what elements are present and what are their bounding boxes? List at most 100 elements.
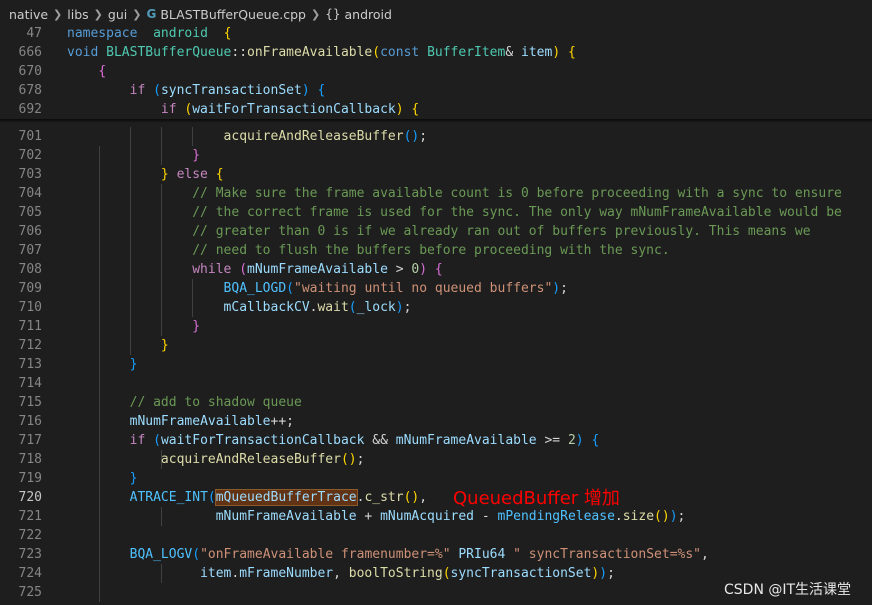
code-token: > xyxy=(387,262,412,277)
breadcrumb: native ❯ libs ❯ gui ❯ G BLASTBufferQueue… xyxy=(0,0,872,28)
code-text: mCallbackCV.wait(_lock); xyxy=(67,298,412,317)
code-line[interactable]: 717 if (waitForTransactionCallback && mN… xyxy=(0,431,872,450)
code-token: "onFrameAvailable framenumber=%" xyxy=(200,547,451,562)
code-line[interactable]: 712 } xyxy=(0,336,872,355)
code-line[interactable]: 721 mNumFrameAvailable + mNumAcquired - … xyxy=(0,507,872,526)
breadcrumb-item-native[interactable]: native xyxy=(9,7,48,22)
line-number: 707 xyxy=(18,243,42,258)
code-token: { xyxy=(591,433,600,448)
code-token: // greater than 0 is if we already ran o… xyxy=(192,224,811,239)
code-token: mNumFrameAvailable xyxy=(215,509,357,524)
code-line[interactable]: 708 while (mNumFrameAvailable > 0) { xyxy=(0,260,872,279)
code-token: acquireAndReleaseBuffer xyxy=(223,129,404,144)
code-line[interactable]: 670 { xyxy=(0,62,872,81)
code-token: & xyxy=(505,45,521,60)
code-line[interactable]: 706 // greater than 0 is if we already r… xyxy=(0,222,872,241)
chevron-right-icon: ❯ xyxy=(93,7,103,21)
code-token: _lock xyxy=(356,300,396,315)
code-line[interactable]: 722 xyxy=(0,526,872,545)
code-line[interactable]: 703 } else { xyxy=(0,165,872,184)
code-editor[interactable]: 47 namespace android {666 void BLASTBuffer… xyxy=(0,0,872,605)
watermark: CSDN @IT生活课堂 xyxy=(724,582,852,598)
breadcrumb-item-gui[interactable]: gui xyxy=(108,7,127,22)
code-text: // add to shadow queue xyxy=(67,393,302,412)
line-number: 701 xyxy=(18,129,42,144)
code-token: BLASTBufferQueue xyxy=(106,45,232,60)
code-line[interactable]: 702 } xyxy=(0,146,872,165)
code-text: void BLASTBufferQueue::onFrameAvailable(… xyxy=(67,43,576,62)
code-token: item xyxy=(521,45,553,60)
code-line[interactable]: 707 // need to flush the buffers before … xyxy=(0,241,872,260)
code-token: mNumAcquired xyxy=(380,509,475,524)
line-number: 721 xyxy=(18,509,42,524)
code-line[interactable]: 713 } xyxy=(0,355,872,374)
code-token: { xyxy=(567,45,576,60)
code-token: ; xyxy=(677,509,686,524)
code-line[interactable]: 692 if (waitForTransactionCallback) { xyxy=(0,100,872,119)
code-token: - xyxy=(474,509,498,524)
line-number: 703 xyxy=(18,167,42,182)
code-token: ( xyxy=(153,433,161,448)
line-number: 670 xyxy=(18,64,42,79)
breadcrumb-item-file[interactable]: BLASTBufferQueue.cpp xyxy=(160,7,306,22)
code-line[interactable]: 723 BQA_LOGV("onFrameAvailable framenumb… xyxy=(0,545,872,564)
code-line[interactable]: 701 acquireAndReleaseBuffer(); xyxy=(0,127,872,146)
code-line[interactable]: 720 ATRACE_INT(mQueuedBufferTrace.c_str(… xyxy=(0,488,872,507)
code-token: ) xyxy=(419,262,428,277)
code-token: { xyxy=(434,262,443,277)
code-token: mFrameNumber xyxy=(239,566,334,581)
code-line[interactable]: 666 void BLASTBufferQueue::onFrameAvailab… xyxy=(0,43,872,62)
code-token: ( xyxy=(372,45,381,60)
cpp-file-icon: G xyxy=(146,7,157,21)
code-line[interactable]: 718 acquireAndReleaseBuffer(); xyxy=(0,450,872,469)
code-token: ( xyxy=(153,83,161,98)
code-text: BQA_LOGV("onFrameAvailable framenumber=%… xyxy=(67,545,709,564)
code-line[interactable]: 716 mNumFrameAvailable++; xyxy=(0,412,872,431)
code-line[interactable]: 719 } xyxy=(0,469,872,488)
code-token: android xyxy=(153,26,208,41)
code-token: ; xyxy=(356,452,365,467)
line-number: 711 xyxy=(18,319,42,334)
code-token: ) xyxy=(575,433,584,448)
code-token: } xyxy=(192,319,201,334)
code-text: // Make sure the frame available count i… xyxy=(67,184,842,203)
code-token: { xyxy=(411,102,420,117)
code-line[interactable]: 711 } xyxy=(0,317,872,336)
code-line[interactable]: 705 // the correct frame is used for the… xyxy=(0,203,872,222)
breadcrumb-item-libs[interactable]: libs xyxy=(67,7,88,22)
code-text: if (waitForTransactionCallback) { xyxy=(67,100,419,119)
code-text: if (syncTransactionSet) { xyxy=(67,81,326,100)
code-token: mCallbackCV xyxy=(223,300,310,315)
code-line[interactable]: 715 // add to shadow queue xyxy=(0,393,872,412)
code-line[interactable]: 704 // Make sure the frame available cou… xyxy=(0,184,872,203)
code-line[interactable]: 714 xyxy=(0,374,872,393)
code-token: } xyxy=(160,167,169,182)
code-line[interactable]: 710 mCallbackCV.wait(_lock); xyxy=(0,298,872,317)
breadcrumb-item-namespace[interactable]: android xyxy=(344,7,391,22)
code-token: wait xyxy=(317,300,349,315)
code-token: { xyxy=(215,167,224,182)
line-number: 724 xyxy=(18,566,42,581)
code-line[interactable]: 678 if (syncTransactionSet) { xyxy=(0,81,872,100)
code-token: :: xyxy=(231,45,248,60)
code-token: ; xyxy=(403,300,412,315)
line-number: 705 xyxy=(18,205,42,220)
code-text: acquireAndReleaseBuffer(); xyxy=(67,450,365,469)
code-line[interactable]: 709 BQA_LOGD("waiting until no queued bu… xyxy=(0,279,872,298)
